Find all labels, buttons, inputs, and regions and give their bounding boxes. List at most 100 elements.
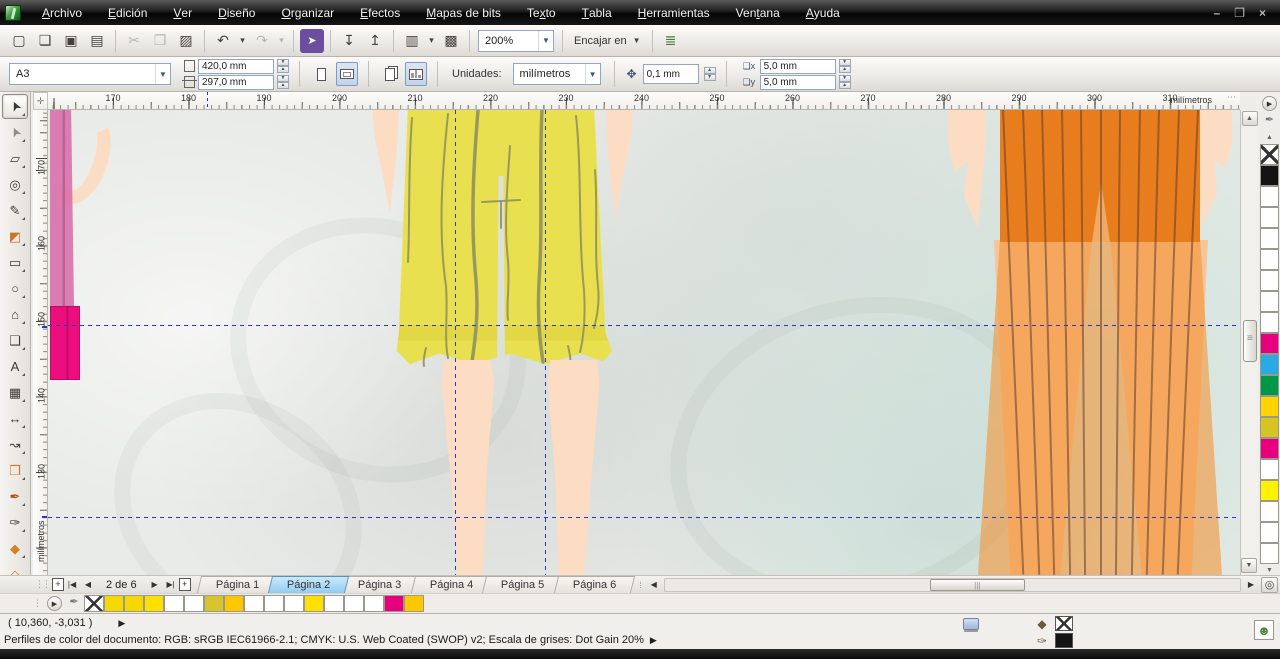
- orange-sheer-skirt-shape[interactable]: [978, 238, 1222, 575]
- color-swatch[interactable]: [404, 595, 424, 612]
- spin-down[interactable]: ▼: [839, 75, 851, 82]
- previous-page-button[interactable]: ◀: [81, 578, 95, 592]
- scroll-up-button[interactable]: ▲: [1242, 111, 1258, 126]
- eyedropper-icon[interactable]: ✒: [1259, 113, 1280, 131]
- spin-down[interactable]: ▼: [839, 59, 851, 66]
- drawing-canvas[interactable]: [48, 110, 1240, 575]
- outline-pen-tool[interactable]: ✑: [2, 510, 28, 535]
- left-leg-shape[interactable]: [438, 360, 496, 575]
- color-swatch[interactable]: [284, 595, 304, 612]
- menu-organizar[interactable]: Organizar: [268, 0, 347, 25]
- vertical-guideline[interactable]: [545, 110, 546, 575]
- flyout-arrow-icon[interactable]: ▶: [118, 618, 125, 629]
- launcher-dropdown[interactable]: ▾: [426, 29, 437, 53]
- vertical-guideline[interactable]: [455, 110, 456, 575]
- color-swatch[interactable]: [144, 595, 164, 612]
- palette-flyout-button[interactable]: ▶: [1262, 96, 1277, 111]
- menu-herramientas[interactable]: Herramientas: [625, 0, 723, 25]
- text-tool[interactable]: A: [2, 354, 28, 379]
- table-tool[interactable]: ▦: [2, 380, 28, 405]
- copy-button[interactable]: ❐: [148, 29, 172, 53]
- color-swatch[interactable]: [1260, 375, 1279, 396]
- page-tab-página-4[interactable]: Página 4: [411, 576, 493, 593]
- portrait-button[interactable]: [310, 62, 332, 86]
- spin-up[interactable]: ▲: [839, 82, 851, 89]
- color-swatch[interactable]: [264, 595, 284, 612]
- flyout-arrow-icon[interactable]: ▶: [650, 635, 657, 646]
- color-swatch[interactable]: [1260, 312, 1279, 333]
- application-launcher-button[interactable]: ▥: [400, 29, 424, 53]
- page-width-field[interactable]: 420,0 mm: [198, 59, 274, 74]
- redo-button[interactable]: ↷: [250, 29, 274, 53]
- scroll-right-button[interactable]: ▶: [1244, 578, 1258, 592]
- menu-ayuda[interactable]: Ayuda: [793, 0, 853, 25]
- color-swatch[interactable]: [324, 595, 344, 612]
- zoom-tool[interactable]: ◎: [2, 172, 28, 197]
- rectangle-tool[interactable]: ▭: [2, 250, 28, 275]
- horizontal-scrollbar[interactable]: |||: [664, 578, 1241, 592]
- ellipse-tool[interactable]: ○: [2, 276, 28, 301]
- color-eyedropper-tool[interactable]: ✒: [2, 484, 28, 509]
- restore-button[interactable]: ❐: [1234, 7, 1245, 19]
- page-tab-página-5[interactable]: Página 5: [482, 576, 564, 593]
- palette-scroll-up[interactable]: ▲: [1263, 132, 1276, 143]
- vertical-scroll-thumb[interactable]: [1243, 320, 1257, 362]
- color-swatch[interactable]: [1260, 501, 1279, 522]
- all-pages-button[interactable]: [379, 62, 401, 86]
- freehand-tool[interactable]: ✎: [2, 198, 28, 223]
- no-color-swatch[interactable]: [84, 595, 104, 612]
- menu-texto[interactable]: Texto: [514, 0, 569, 25]
- basic-shapes-tool[interactable]: ❑: [2, 328, 28, 353]
- vertical-ruler[interactable]: 170160150140130 milímetros: [33, 110, 48, 575]
- scroll-tabs-left-button[interactable]: ◀: [647, 578, 661, 592]
- add-page-after-button[interactable]: +: [179, 578, 191, 591]
- last-page-button[interactable]: ▶|: [164, 578, 178, 592]
- print-button[interactable]: ▤: [85, 29, 109, 53]
- left-hand-shape[interactable]: [948, 110, 986, 228]
- menu-edición[interactable]: Edición: [95, 0, 160, 25]
- outline-color-swatch[interactable]: [1055, 633, 1073, 648]
- horizontal-scroll-thumb[interactable]: |||: [930, 579, 1025, 591]
- menu-efectos[interactable]: Efectos: [347, 0, 413, 25]
- spin-up[interactable]: ▲: [839, 66, 851, 73]
- color-swatch[interactable]: [344, 595, 364, 612]
- next-page-button[interactable]: ▶: [148, 578, 162, 592]
- polygon-tool[interactable]: ⌂: [2, 302, 28, 327]
- undo-button[interactable]: ↶: [211, 29, 235, 53]
- export-button[interactable]: ↥: [363, 29, 387, 53]
- chevron-down-icon[interactable]: ▼: [538, 31, 553, 51]
- color-swatch[interactable]: [1260, 480, 1279, 501]
- pick-tool[interactable]: ➤: [2, 94, 28, 119]
- crop-tool[interactable]: ▱: [2, 146, 28, 171]
- color-swatch[interactable]: [1260, 165, 1279, 186]
- shape-tool[interactable]: ➤: [2, 120, 28, 145]
- redo-dropdown[interactable]: ▾: [276, 29, 287, 53]
- color-swatch[interactable]: [104, 595, 124, 612]
- right-hand-shape[interactable]: [606, 110, 633, 220]
- vertical-scrollbar[interactable]: ▲ ▼: [1240, 110, 1258, 575]
- color-swatch[interactable]: [1260, 354, 1279, 375]
- drag-grip[interactable]: ⋮: [33, 598, 40, 609]
- color-swatch[interactable]: [224, 595, 244, 612]
- color-swatch[interactable]: [204, 595, 224, 612]
- menu-mapas-de-bits[interactable]: Mapas de bits: [413, 0, 514, 25]
- pan-zoom-button[interactable]: ◎: [1261, 577, 1278, 593]
- duplicate-y-field[interactable]: 5,0 mm: [760, 75, 836, 90]
- scroll-down-button[interactable]: ▼: [1241, 558, 1257, 573]
- save-button[interactable]: ▣: [59, 29, 83, 53]
- menu-ver[interactable]: Ver: [160, 0, 205, 25]
- add-page-before-button[interactable]: +: [52, 578, 64, 591]
- fill-tool[interactable]: ◆: [2, 536, 28, 561]
- welcome-screen-button[interactable]: ▩: [439, 29, 463, 53]
- menu-diseño[interactable]: Diseño: [205, 0, 268, 25]
- membership-icon[interactable]: ☻: [1254, 620, 1274, 640]
- no-color-swatch[interactable]: [1260, 144, 1279, 165]
- color-swatch[interactable]: [1260, 333, 1279, 354]
- magenta-garment-block[interactable]: [50, 306, 80, 380]
- horizontal-ruler[interactable]: 1701801902002102202302402502602702802903…: [48, 92, 1240, 110]
- chevron-down-icon[interactable]: ▼: [155, 64, 170, 84]
- snap-options-button[interactable]: ≣: [659, 29, 683, 53]
- color-swatch[interactable]: [1260, 270, 1279, 291]
- zoom-level-combo[interactable]: 200% ▼: [478, 30, 554, 52]
- color-swatch[interactable]: [384, 595, 404, 612]
